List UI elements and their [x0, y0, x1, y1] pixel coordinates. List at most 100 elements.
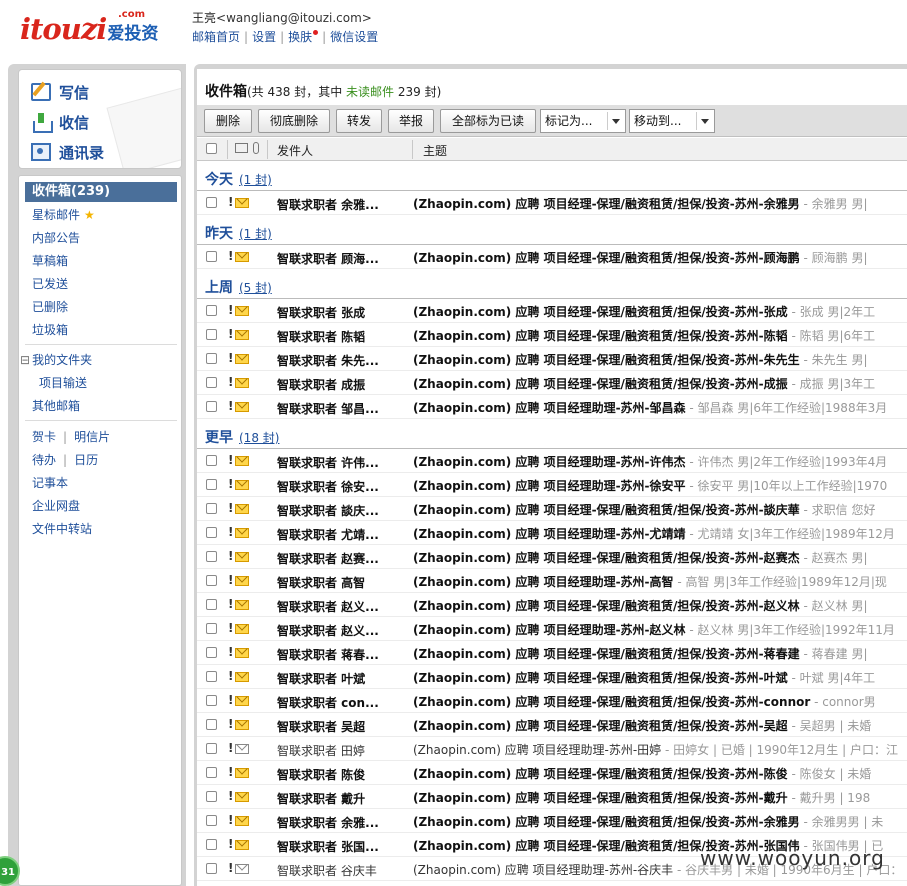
mail-sender[interactable]: 智联求职者 con... — [277, 694, 407, 711]
mail-subject[interactable]: (Zhaopin.com) 应聘 项目经理助理-苏州-田婷 - 田婷女 | 已婚… — [413, 741, 898, 758]
row-checkbox[interactable] — [206, 695, 217, 706]
mail-subject[interactable]: (Zhaopin.com) 应聘 项目经理-保理/融资租赁/担保/投资-苏州-朱… — [413, 351, 868, 368]
mail-row[interactable]: ! 智联求职者 赵义... (Zhaopin.com) 应聘 项目经理-保理/融资租… — [197, 593, 907, 617]
mail-subject[interactable]: (Zhaopin.com) 应聘 项目经理-保理/融资租赁/担保/投资-苏州-赵… — [413, 549, 868, 566]
select-all-checkbox[interactable] — [206, 143, 217, 154]
row-checkbox[interactable] — [206, 599, 217, 610]
mail-row[interactable]: ! 智联求职者 余雅... (Zhaopin.com) 应聘 项目经理-保理/融资租… — [197, 191, 907, 215]
nav-announcements[interactable]: 内部公告 — [32, 229, 80, 247]
row-checkbox[interactable] — [206, 815, 217, 826]
mail-subject[interactable]: (Zhaopin.com) 应聘 项目经理-保理/融资租赁/担保/投资-苏州-蒋… — [413, 645, 868, 662]
row-checkbox[interactable] — [206, 353, 217, 364]
mail-subject[interactable]: (Zhaopin.com) 应聘 项目经理-保理/融资租赁/担保/投资-苏州-余… — [413, 195, 868, 212]
row-checkbox[interactable] — [206, 329, 217, 340]
mail-row[interactable]: ! 智联求职者 陈俊 (Zhaopin.com) 应聘 项目经理-保理/融资租赁/担… — [197, 761, 907, 785]
mail-sender[interactable]: 智联求职者 成振 — [277, 376, 407, 393]
row-checkbox[interactable] — [206, 251, 217, 262]
mail-subject[interactable]: (Zhaopin.com) 应聘 项目经理助理-苏州-赵义林 - 赵义林 男|3… — [413, 621, 895, 638]
mail-subject[interactable]: (Zhaopin.com) 应聘 项目经理助理-苏州-许伟杰 - 许伟杰 男|2… — [413, 453, 887, 470]
nav-todo[interactable]: 待办 — [32, 453, 56, 467]
unread-mail-link[interactable]: 未读邮件 — [346, 85, 394, 99]
link-settings[interactable]: 设置 — [252, 30, 276, 44]
mail-row[interactable]: ! 智联求职者 张成 (Zhaopin.com) 应聘 项目经理-保理/融资租赁/担… — [197, 299, 907, 323]
col-subject[interactable]: 主题 — [423, 142, 447, 159]
row-checkbox[interactable] — [206, 647, 217, 658]
row-checkbox[interactable] — [206, 623, 217, 634]
row-checkbox[interactable] — [206, 503, 217, 514]
mail-subject[interactable]: (Zhaopin.com) 应聘 项目经理-保理/融资租赁/担保/投资-苏州-余… — [413, 813, 883, 830]
mail-subject[interactable]: (Zhaopin.com) 应聘 项目经理助理-苏州-徐安平 - 徐安平 男|1… — [413, 477, 887, 494]
mail-row[interactable]: ! 智联求职者 赵赛... (Zhaopin.com) 应聘 项目经理-保理/融资租… — [197, 545, 907, 569]
delete-button[interactable]: 删除 — [204, 109, 252, 133]
forward-button[interactable]: 转发 — [336, 109, 382, 133]
mail-subject[interactable]: (Zhaopin.com) 应聘 项目经理-保理/融资租赁/担保/投资-苏州-赵… — [413, 597, 868, 614]
row-checkbox[interactable] — [206, 455, 217, 466]
mail-sender[interactable]: 智联求职者 蒋春... — [277, 646, 407, 663]
mail-sender[interactable]: 智联求职者 张成 — [277, 304, 407, 321]
mail-sender[interactable]: 智联求职者 谷庆丰 — [277, 862, 407, 879]
row-checkbox[interactable] — [206, 671, 217, 682]
row-checkbox[interactable] — [206, 527, 217, 538]
nav-my-folders[interactable]: ⊟ 我的文件夹 — [20, 351, 92, 369]
mail-row[interactable]: ! 智联求职者 朱先... (Zhaopin.com) 应聘 项目经理-保理/融资租… — [197, 347, 907, 371]
row-checkbox[interactable] — [206, 791, 217, 802]
mail-sender[interactable]: 智联求职者 陈俊 — [277, 766, 407, 783]
mail-sender[interactable]: 智联求职者 朱先... — [277, 352, 407, 369]
mail-row[interactable]: ! 智联求职者 高智 (Zhaopin.com) 应聘 项目经理助理-苏州-高智 -… — [197, 569, 907, 593]
row-checkbox[interactable] — [206, 551, 217, 562]
receive-button[interactable]: 收信 — [31, 110, 141, 134]
permanent-delete-button[interactable]: 彻底删除 — [258, 109, 330, 133]
mail-row[interactable]: ! 智联求职者 蒋春... (Zhaopin.com) 应聘 项目经理-保理/融资租… — [197, 641, 907, 665]
date-group-count[interactable]: (1 封) — [239, 173, 272, 187]
nav-cloud-disk[interactable]: 企业网盘 — [32, 497, 80, 515]
mail-sender[interactable]: 智联求职者 尤靖... — [277, 526, 407, 543]
mail-row[interactable]: ! 智联求职者 顾海... (Zhaopin.com) 应聘 项目经理-保理/融资租… — [197, 245, 907, 269]
mail-subject[interactable]: (Zhaopin.com) 应聘 项目经理-保理/融资租赁/担保/投资-苏州-談… — [413, 501, 875, 518]
row-checkbox[interactable] — [206, 719, 217, 730]
mail-sender[interactable]: 智联求职者 邹昌... — [277, 400, 407, 417]
contacts-button[interactable]: 通讯录 — [31, 140, 141, 164]
mail-subject[interactable]: (Zhaopin.com) 应聘 项目经理助理-苏州-尤靖靖 - 尤靖靖 女|3… — [413, 525, 895, 542]
mail-sender[interactable]: 智联求职者 徐安... — [277, 478, 407, 495]
nav-drafts[interactable]: 草稿箱 — [32, 252, 68, 270]
mail-subject[interactable]: (Zhaopin.com) 应聘 项目经理-保理/融资租赁/担保/投资-苏州-顾… — [413, 249, 868, 266]
mail-row[interactable]: ! 智联求职者 余雅... (Zhaopin.com) 应聘 项目经理-保理/融资租… — [197, 809, 907, 833]
mail-row[interactable]: ! 智联求职者 吴超 (Zhaopin.com) 应聘 项目经理-保理/融资租赁/担… — [197, 713, 907, 737]
nav-spam[interactable]: 垃圾箱 — [32, 321, 68, 339]
mail-sender[interactable]: 智联求职者 吴超 — [277, 718, 407, 735]
link-skin[interactable]: 换肤 — [288, 30, 312, 44]
link-mail-home[interactable]: 邮箱首页 — [192, 30, 240, 44]
row-checkbox[interactable] — [206, 863, 217, 874]
nav-deleted[interactable]: 已删除 — [32, 298, 68, 316]
mail-subject[interactable]: (Zhaopin.com) 应聘 项目经理-保理/融资租赁/担保/投资-苏州-吴… — [413, 717, 871, 734]
link-wechat-settings[interactable]: 微信设置 — [330, 30, 378, 44]
mark-as-select[interactable]: 标记为... — [540, 109, 626, 133]
nav-file-transfer[interactable]: 文件中转站 — [32, 520, 92, 538]
mail-sender[interactable]: 智联求职者 余雅... — [277, 814, 407, 831]
row-checkbox[interactable] — [206, 479, 217, 490]
nav-postcard[interactable]: 明信片 — [74, 430, 110, 444]
mail-sender[interactable]: 智联求职者 张国... — [277, 838, 407, 855]
mail-row[interactable]: ! 智联求职者 陈韬 (Zhaopin.com) 应聘 项目经理-保理/融资租赁/担… — [197, 323, 907, 347]
mail-subject[interactable]: (Zhaopin.com) 应聘 项目经理-保理/融资租赁/担保/投资-苏州-c… — [413, 693, 876, 710]
date-group-count[interactable]: (1 封) — [239, 227, 272, 241]
compose-button[interactable]: 写信 — [31, 80, 141, 104]
col-from[interactable]: 发件人 — [277, 142, 313, 159]
mail-sender[interactable]: 智联求职者 余雅... — [277, 196, 407, 213]
mail-subject[interactable]: (Zhaopin.com) 应聘 项目经理-保理/融资租赁/担保/投资-苏州-戴… — [413, 789, 870, 806]
row-checkbox[interactable] — [206, 743, 217, 754]
mail-row[interactable]: ! 智联求职者 叶斌 (Zhaopin.com) 应聘 项目经理-保理/融资租赁/担… — [197, 665, 907, 689]
date-group-count[interactable]: (18 封) — [239, 431, 279, 445]
nav-greeting-card[interactable]: 贺卡 — [32, 430, 56, 444]
mail-subject[interactable]: (Zhaopin.com) 应聘 项目经理-保理/融资租赁/担保/投资-苏州-叶… — [413, 669, 875, 686]
mail-row[interactable]: ! 智联求职者 赵义... (Zhaopin.com) 应聘 项目经理助理-苏州-赵… — [197, 617, 907, 641]
mail-sender[interactable]: 智联求职者 赵赛... — [277, 550, 407, 567]
mail-sender[interactable]: 智联求职者 戴升 — [277, 790, 407, 807]
collapse-toggle-icon[interactable]: ⊟ — [20, 353, 30, 367]
mail-subject[interactable]: (Zhaopin.com) 应聘 项目经理-保理/融资租赁/担保/投资-苏州-陈… — [413, 765, 871, 782]
row-checkbox[interactable] — [206, 305, 217, 316]
row-checkbox[interactable] — [206, 575, 217, 586]
mail-sender[interactable]: 智联求职者 高智 — [277, 574, 407, 591]
mail-subject[interactable]: (Zhaopin.com) 应聘 项目经理-保理/融资租赁/担保/投资-苏州-成… — [413, 375, 875, 392]
mail-row[interactable]: ! 智联求职者 许伟... (Zhaopin.com) 应聘 项目经理助理-苏州-许… — [197, 449, 907, 473]
